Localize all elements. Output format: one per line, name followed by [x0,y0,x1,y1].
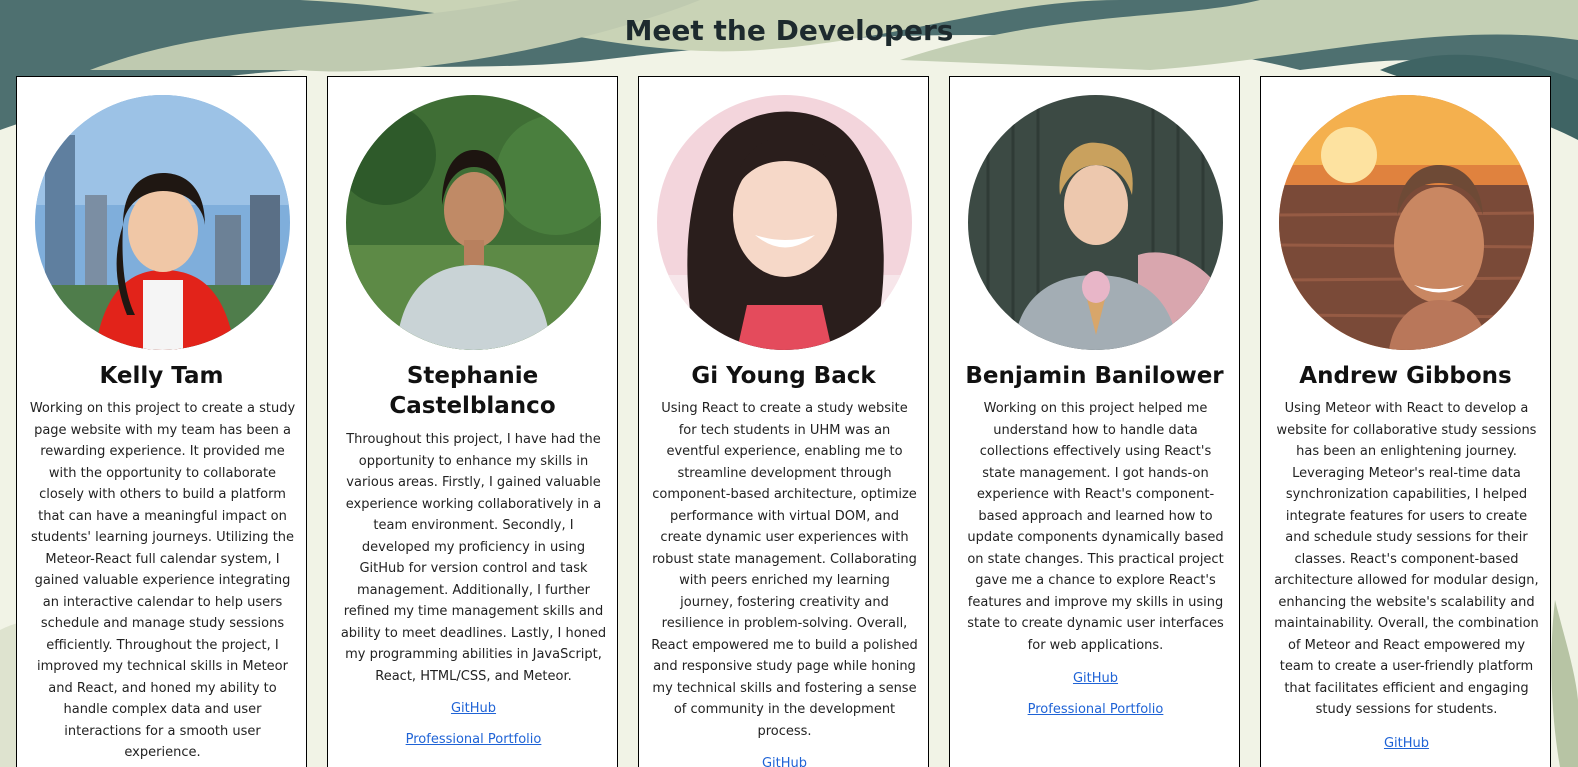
developer-bio: Working on this project helped me unders… [967,401,1224,653]
page-title: Meet the Developers [624,14,954,47]
developer-name: Gi Young Back [691,363,876,389]
github-link[interactable]: GitHub [950,671,1239,686]
portfolio-link[interactable]: Professional Portfolio [950,702,1239,717]
avatar [346,95,601,350]
avatar [657,95,912,350]
github-link[interactable]: GitHub [328,701,617,716]
developer-name: Andrew Gibbons [1299,363,1512,389]
developer-photo-icon [968,95,1223,350]
developer-bio: Working on this project to create a stud… [29,401,296,760]
developer-card-andrew-gibbons: Andrew Gibbons Using Meteor with React t… [1260,76,1551,767]
developer-photo-icon [1279,95,1534,350]
portfolio-link[interactable]: Professional Portfolio [328,732,617,747]
developer-photo-icon [35,95,290,350]
avatar [968,95,1223,350]
developer-card-kelly-tam: Kelly Tam Working on this project to cre… [16,76,307,767]
developer-card-stephanie-castelblanco: Stephanie Castelblanco Throughout this p… [327,76,618,767]
github-link[interactable]: GitHub [639,756,928,767]
developer-card-benjamin-banilower: Benjamin Banilower Working on this proje… [949,76,1240,767]
developer-card-gi-young-back: Gi Young Back Using React to create a st… [638,76,929,767]
developer-name: Kelly Tam [99,363,224,389]
developer-name: Benjamin Banilower [965,363,1224,389]
developer-bio: Using Meteor with React to develop a web… [1274,401,1539,717]
avatar [35,95,290,350]
avatar [1279,95,1534,350]
developer-name: Stephanie Castelblanco [389,363,556,419]
developer-bio: Throughout this project, I have had the … [340,432,607,684]
developer-bio: Using React to create a study website fo… [651,401,918,739]
developer-photo-icon [657,95,912,350]
developer-photo-icon [346,95,601,350]
github-link[interactable]: GitHub [1261,736,1550,751]
